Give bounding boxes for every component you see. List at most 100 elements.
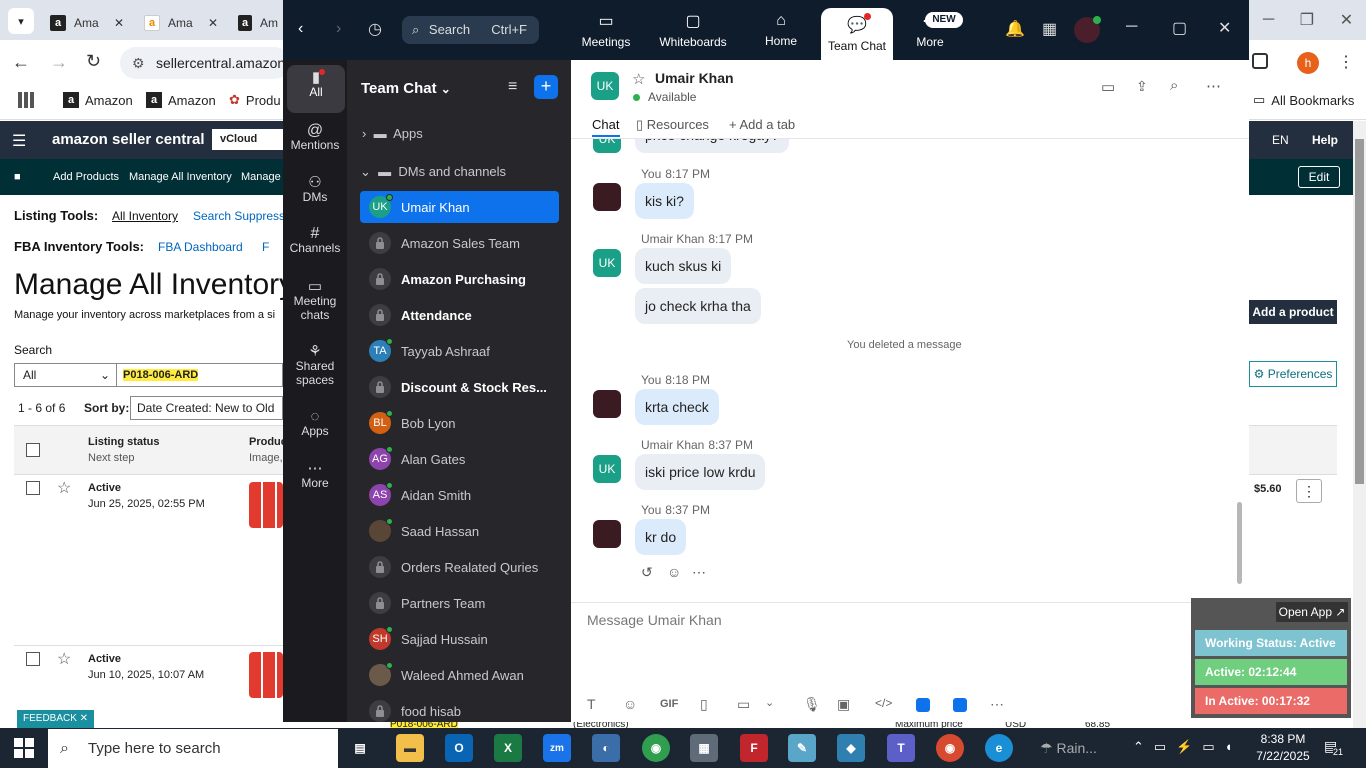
message-composer[interactable]: Message Umair Khan [587, 612, 722, 628]
site-info-icon[interactable]: ⚙ [132, 47, 145, 79]
bookmark-icon[interactable]: ■ [14, 171, 21, 183]
close-icon[interactable]: ✕ [1340, 10, 1353, 30]
weather-widget[interactable]: ☂ Rain... [1040, 740, 1097, 757]
forward-icon[interactable]: › [336, 20, 341, 38]
rail-channels[interactable]: # Channels [283, 226, 347, 256]
close-icon[interactable]: ✕ [114, 16, 124, 30]
language-selector[interactable]: EN [1272, 133, 1289, 147]
back-icon[interactable]: ‹ [298, 20, 303, 38]
seller-central-logo[interactable]: amazon seller central [52, 131, 205, 148]
address-bar[interactable]: ⚙ sellercentral.amazon [120, 47, 290, 79]
zoom-search-input[interactable]: ⌕ Search Ctrl+F [402, 16, 539, 44]
app-icon[interactable]: ◆ [837, 734, 865, 762]
message-bubble[interactable]: krta check [635, 389, 719, 425]
manage-inventory-link[interactable]: Manage All Inventory [129, 171, 232, 183]
list-item[interactable]: Waleed Ahmed Awan [360, 659, 559, 691]
edge-icon[interactable]: e [985, 734, 1013, 762]
vcloud-selector[interactable]: vCloud Choic [212, 129, 284, 150]
star-icon[interactable]: ☆ [57, 478, 71, 498]
browser-tab[interactable]: a Ama ✕ [40, 6, 134, 40]
chevron-down-icon[interactable]: ⌄ [765, 696, 774, 709]
list-item[interactable]: Discount & Stock Res... [360, 371, 559, 403]
file-explorer-icon[interactable]: ▬ [396, 734, 424, 762]
start-button[interactable] [14, 738, 34, 758]
format-text-icon[interactable]: T [587, 696, 596, 712]
rail-mentions[interactable]: @ Mentions [283, 123, 347, 153]
message-bubble[interactable]: price change krogay? [635, 139, 789, 153]
help-link[interactable]: Help [1312, 133, 1338, 147]
list-item[interactable]: Orders Realated Quries [360, 551, 559, 583]
zoom-docs-icon[interactable] [953, 698, 967, 712]
column-listing-status[interactable]: Listing status [88, 436, 160, 448]
row-checkbox[interactable] [26, 652, 40, 666]
chat-scrollbar[interactable] [1237, 502, 1242, 584]
gif-icon[interactable]: GIF [660, 698, 678, 710]
hamburger-icon[interactable]: ☰ [12, 131, 26, 151]
avatar[interactable] [593, 183, 621, 211]
new-chat-button[interactable]: + [534, 75, 558, 99]
browser-menu-icon[interactable]: ⋮ [1338, 52, 1354, 72]
add-products-link[interactable]: Add Products [53, 171, 119, 183]
open-app-button[interactable]: Open App ↗ [1276, 602, 1348, 622]
outlook-icon[interactable]: O [445, 734, 473, 762]
edit-button[interactable]: Edit [1298, 166, 1340, 188]
feedback-button[interactable]: FEEDBACK ✕ [17, 710, 95, 728]
list-item[interactable]: TA Tayyab Ashraaf [360, 335, 559, 367]
list-item[interactable]: Amazon Sales Team [360, 227, 559, 259]
avatar[interactable]: UK [593, 249, 621, 277]
all-inventory-link[interactable]: All Inventory [112, 209, 178, 223]
list-item[interactable]: BL Bob Lyon [360, 407, 559, 439]
browser-tab[interactable]: a Am [228, 6, 288, 40]
dms-section[interactable]: ⌄ ▬ DMs and channels [360, 164, 506, 180]
restore-icon[interactable]: ❐ [1300, 10, 1314, 30]
bell-icon[interactable]: 🔔 [1005, 19, 1025, 39]
list-item[interactable]: Amazon Purchasing [360, 263, 559, 295]
contact-name[interactable]: Umair Khan [655, 70, 734, 86]
minimize-icon[interactable]: ─ [1126, 18, 1137, 36]
code-icon[interactable]: </> [875, 696, 892, 710]
fba-link[interactable]: F [262, 240, 269, 254]
screenshot-icon[interactable]: ▭ [737, 696, 750, 713]
microphone-icon[interactable]: 🎙 [803, 696, 821, 713]
contact-avatar[interactable]: UK [591, 72, 619, 100]
tab-add[interactable]: + Add a tab [729, 117, 795, 132]
share-screen-icon[interactable]: ⇪ [1136, 78, 1148, 95]
maximize-icon[interactable]: ▢ [1172, 18, 1187, 38]
all-bookmarks[interactable]: ▭ All Bookmarks [1253, 92, 1354, 108]
list-item[interactable]: UK Umair Khan [360, 191, 559, 223]
filter-icon[interactable]: ≡ [508, 78, 517, 96]
list-item[interactable]: Partners Team [360, 587, 559, 619]
star-icon[interactable]: ☆ [632, 70, 645, 88]
search-suppressed-link[interactable]: Search Suppresse [193, 209, 292, 223]
list-title[interactable]: Team Chat ⌄ [361, 80, 451, 97]
calculator-icon[interactable]: ▦ [690, 734, 718, 762]
profile-avatar[interactable]: h [1297, 52, 1319, 74]
nav-home[interactable]: ⌂ Home [750, 0, 812, 60]
list-item[interactable]: AS Aidan Smith [360, 479, 559, 511]
chrome-icon[interactable]: ◉ [936, 734, 964, 762]
file-icon[interactable]: ▯ [700, 696, 708, 713]
tab-chat[interactable]: Chat [592, 117, 619, 132]
bookmark-item[interactable]: ✿ Produ [229, 92, 281, 108]
back-icon[interactable]: ← [12, 52, 30, 73]
scroll-thumb[interactable] [1355, 139, 1364, 484]
browser-tab[interactable]: a Ama ✕ [134, 6, 228, 40]
nav-team-chat[interactable]: 💬 Team Chat [821, 8, 893, 60]
search-scope-select[interactable]: All ⌄ [14, 363, 117, 387]
teams-icon[interactable]: T [887, 734, 915, 762]
extensions-icon[interactable] [1252, 53, 1268, 69]
avatar[interactable] [1074, 16, 1101, 43]
message-bubble[interactable]: iski price low krdu [635, 454, 766, 490]
notification-icon[interactable]: ▤ 21 [1324, 738, 1344, 757]
reload-icon[interactable]: ↻ [86, 51, 101, 72]
rail-shared-spaces[interactable]: ⚘ Shared spaces [283, 344, 347, 387]
filezilla-icon[interactable]: F [740, 734, 768, 762]
search-icon[interactable]: ⌕ [1170, 77, 1178, 94]
list-item[interactable]: food hisab [360, 695, 559, 727]
row-checkbox[interactable] [26, 481, 40, 495]
search-input[interactable]: P018-006-ARD [117, 363, 283, 387]
avatar[interactable]: UK [593, 455, 621, 483]
rail-meeting-chats[interactable]: ▭ Meeting chats [283, 279, 347, 322]
column-product[interactable]: Produc [249, 436, 287, 448]
nav-whiteboards[interactable]: ▢ Whiteboards [651, 0, 735, 60]
